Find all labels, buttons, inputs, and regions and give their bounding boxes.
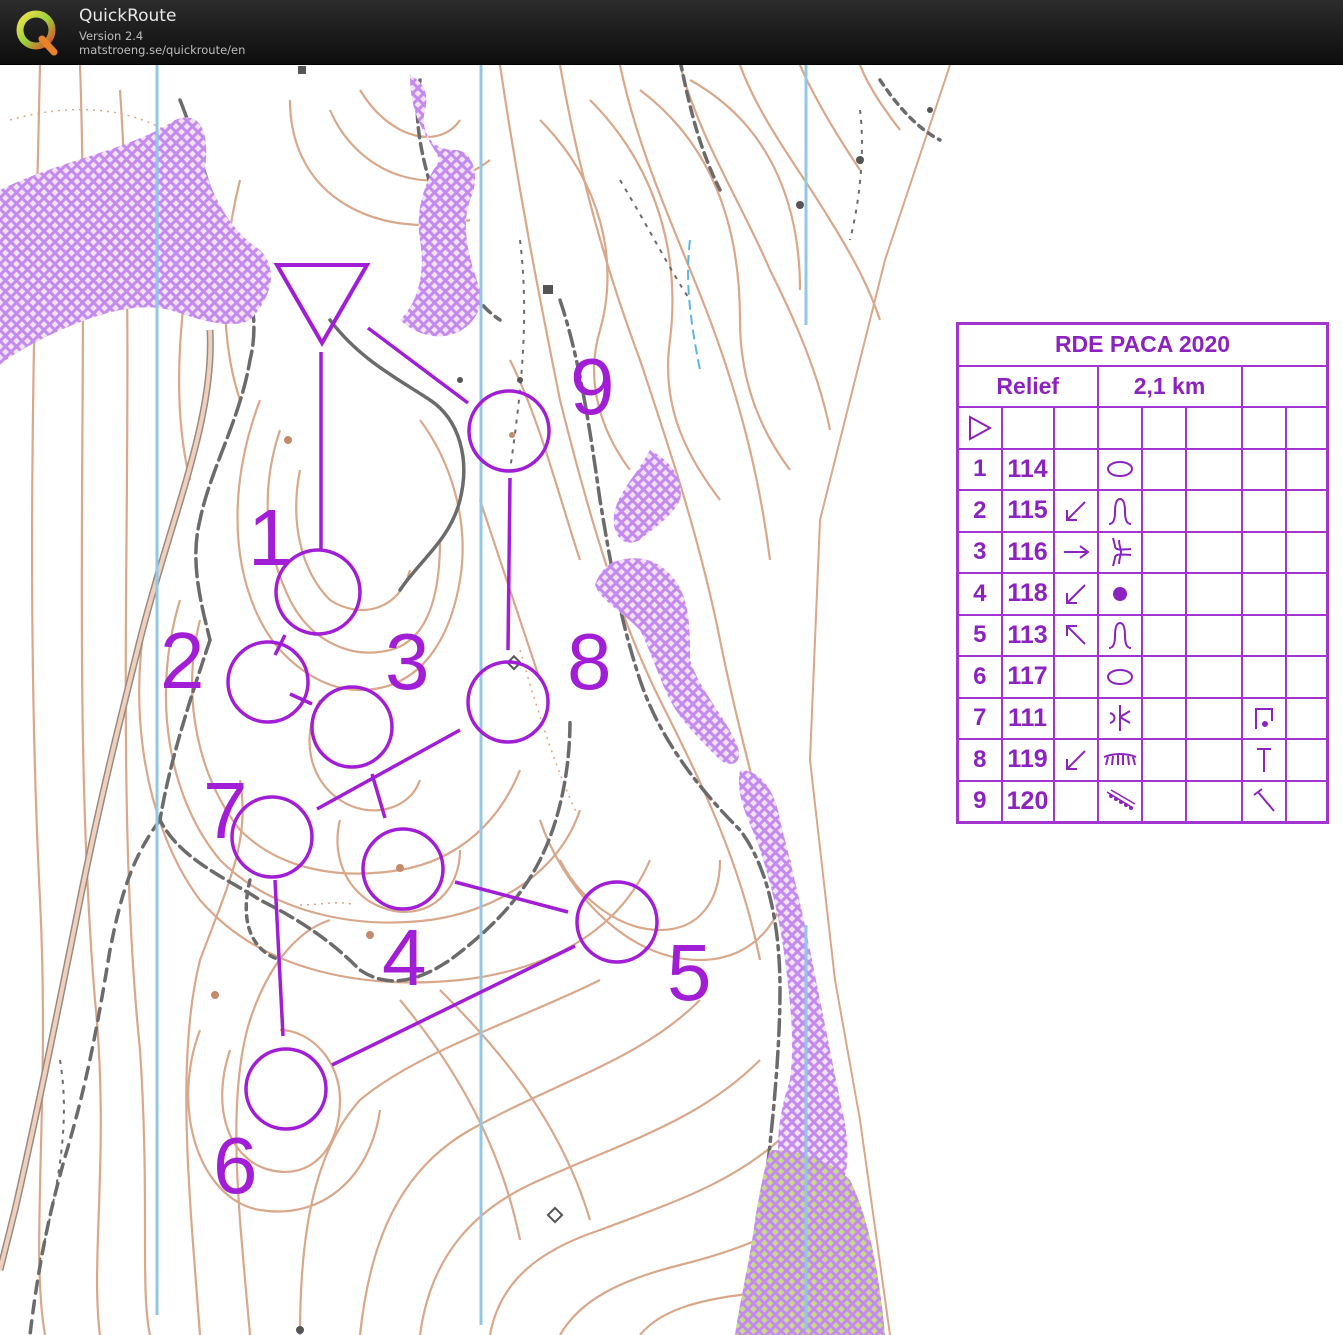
re-entrant-spur-icon <box>1111 538 1131 567</box>
top-icon <box>1256 747 1271 772</box>
control-number-3: 3 <box>385 617 430 706</box>
knoll-oval-icon <box>1106 461 1133 478</box>
quickroute-logo-icon <box>16 10 58 56</box>
control-number-4: 4 <box>382 913 427 1002</box>
dot-knoll-icon <box>1112 586 1127 601</box>
control-row-2: 2 115 <box>956 489 1329 533</box>
control-row-3: 3 116 <box>956 530 1329 574</box>
rocky-ground-icon <box>1106 789 1135 811</box>
earth-bank-icon <box>1103 752 1136 765</box>
foot-corner-icon <box>1254 708 1273 730</box>
control-row-1: 1 114 <box>956 447 1329 491</box>
arrow-down-left-icon <box>1065 584 1086 604</box>
app-title: QuickRoute <box>79 6 177 26</box>
control-number-1: 1 <box>248 493 293 582</box>
control-row-4: 4 118 <box>956 572 1329 616</box>
spur-icon <box>1108 622 1131 650</box>
arrow-up-left-icon <box>1065 625 1086 645</box>
control-row-6: 6 117 <box>956 655 1329 699</box>
saddle-icon <box>1109 705 1131 732</box>
event-row: RDE PACA 2020 <box>956 322 1329 367</box>
title-bar: QuickRoute Version 2.4 matstroeng.se/qui… <box>0 0 1343 65</box>
control-number-2: 2 <box>160 616 205 705</box>
arrow-down-left-icon <box>1065 750 1086 770</box>
course-row: Relief 2,1 km <box>956 364 1329 408</box>
control-number-5: 5 <box>667 928 712 1017</box>
spur-icon <box>1108 497 1131 525</box>
app-url[interactable]: matstroeng.se/quickroute/en <box>79 43 245 57</box>
control-row-8: 8 119 <box>956 738 1329 782</box>
control-number-8: 8 <box>567 617 612 706</box>
arrow-right-icon <box>1063 545 1090 560</box>
foot-diagonal-icon <box>1252 788 1275 812</box>
app-version: Version 2.4 <box>79 29 144 43</box>
course-length: 2,1 km <box>1096 364 1243 408</box>
control-row-5: 5 113 <box>956 613 1329 657</box>
control-number-9: 9 <box>570 342 615 431</box>
start-row <box>956 406 1329 450</box>
course-name: Relief <box>956 364 1099 408</box>
control-row-7: 7 111 <box>956 696 1329 740</box>
control-number-7: 7 <box>203 766 248 855</box>
control-description-sheet: RDE PACA 2020 Relief 2,1 km 1 114 2 115 … <box>956 322 1329 824</box>
knoll-oval-icon <box>1106 668 1133 685</box>
start-triangle-icon <box>968 415 992 441</box>
arrow-down-left-icon <box>1065 501 1086 521</box>
control-row-9: 9 120 <box>956 779 1329 824</box>
course-leg-8-9 <box>506 477 512 651</box>
event-name: RDE PACA 2020 <box>956 322 1329 367</box>
control-number-6: 6 <box>213 1121 258 1210</box>
